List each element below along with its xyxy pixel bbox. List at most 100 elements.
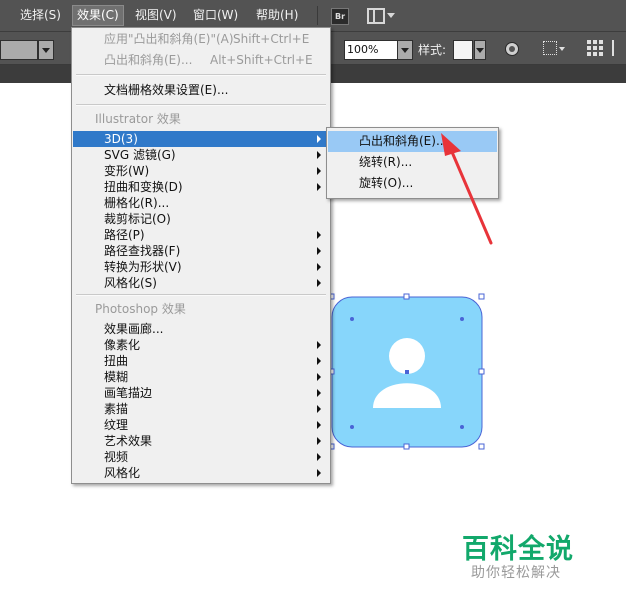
shortcut-label: Shift+Ctrl+E: [233, 32, 310, 46]
corner-widget[interactable]: [350, 425, 354, 429]
menu-item-convert-to-shape[interactable]: 转换为形状(V): [73, 259, 329, 275]
arrange-documents-button[interactable]: [367, 7, 397, 24]
menu-window[interactable]: 窗口(W): [189, 6, 242, 25]
chevron-down-icon: [387, 13, 395, 18]
watermark-title: 百科全说: [462, 534, 574, 565]
stroke-weight-dropdown[interactable]: [38, 40, 54, 60]
submenu-arrow-icon: [317, 135, 321, 143]
menu-item-crop-marks[interactable]: 裁剪标记(O): [73, 211, 329, 227]
menu-separator: [76, 74, 326, 76]
annotation-arrow-icon: [441, 133, 493, 245]
corner-widget[interactable]: [460, 317, 464, 321]
menu-item-ps-stylize[interactable]: 风格化: [73, 465, 329, 481]
menu-item-distort-transform[interactable]: 扭曲和变换(D): [73, 179, 329, 195]
shortcut-label: Alt+Shift+Ctrl+E: [210, 53, 313, 67]
chevron-down-icon: [401, 48, 409, 53]
menu-item-label: 3D(3): [104, 132, 138, 146]
style-label: 样式:: [418, 43, 447, 57]
menu-item-last-effect[interactable]: 凸出和斜角(E)... Alt+Shift+Ctrl+E: [73, 52, 329, 68]
submenu-arrow-icon: [317, 341, 321, 349]
submenu-arrow-icon: [317, 437, 321, 445]
watermark-subtitle: 助你轻松解决: [471, 565, 561, 581]
menu-select[interactable]: 选择(S): [16, 6, 65, 25]
submenu-arrow-icon: [317, 405, 321, 413]
menu-item-label: 扭曲和变换(D): [104, 180, 183, 194]
menu-item-artistic[interactable]: 艺术效果: [73, 433, 329, 449]
submenu-arrow-icon: [317, 151, 321, 159]
menu-item-label: 栅格化(R)...: [104, 196, 170, 210]
document-setup-icon[interactable]: [505, 42, 519, 56]
submenu-arrow-icon: [317, 231, 321, 239]
stroke-weight-field[interactable]: [0, 40, 38, 60]
menu-item-stylize[interactable]: 风格化(S): [73, 275, 329, 291]
menu-item-label: 裁剪标记(O): [104, 212, 171, 226]
menu-item-distort[interactable]: 扭曲: [73, 353, 329, 369]
selected-artwork[interactable]: [322, 287, 497, 462]
menu-item-effect-gallery[interactable]: 效果画廊...: [73, 321, 329, 337]
menu-item-pathfinder[interactable]: 路径查找器(F): [73, 243, 329, 259]
menu-item-brush-strokes[interactable]: 画笔描边: [73, 385, 329, 401]
opacity-dropdown[interactable]: [397, 40, 413, 60]
menu-item-rasterize[interactable]: 栅格化(R)...: [73, 195, 329, 211]
menu-item-label: 凸出和斜角(E)...: [104, 53, 193, 67]
style-swatch[interactable]: [453, 40, 473, 60]
menu-item-label: 绕转(R)...: [359, 155, 413, 169]
opacity-input[interactable]: 100%: [344, 40, 398, 60]
grid-align-icon[interactable]: [587, 40, 603, 56]
menu-item-label: 效果画廊...: [104, 322, 164, 336]
corner-widget[interactable]: [350, 317, 354, 321]
menu-item-label: 文档栅格效果设置(E)...: [104, 83, 229, 97]
submenu-arrow-icon: [317, 263, 321, 271]
menu-item-label: 像素化: [104, 338, 141, 352]
menu-separator: [76, 104, 326, 106]
align-left-icon[interactable]: [612, 40, 626, 56]
menu-item-apply-last-effect[interactable]: 应用"凸出和斜角(E)"(A) Shift+Ctrl+E: [73, 31, 329, 47]
menu-item-warp[interactable]: 变形(W): [73, 163, 329, 179]
submenu-arrow-icon: [317, 183, 321, 191]
submenu-arrow-icon: [317, 453, 321, 461]
user-head-shape: [389, 338, 425, 374]
submenu-arrow-icon: [317, 279, 321, 287]
menu-item-label: 艺术效果: [104, 434, 153, 448]
menu-help[interactable]: 帮助(H): [252, 6, 302, 25]
menu-item-3d[interactable]: 3D(3): [73, 131, 329, 147]
menu-view[interactable]: 视图(V): [131, 6, 181, 25]
menu-item-label: 变形(W): [104, 164, 150, 178]
submenu-arrow-icon: [317, 469, 321, 477]
menu-effect[interactable]: 效果(C): [72, 5, 124, 26]
menu-item-label: 路径(P): [104, 228, 145, 242]
arrange-icon: [367, 8, 385, 24]
menu-separator: [76, 294, 326, 296]
section-label: Photoshop 效果: [95, 302, 186, 316]
section-header-photoshop: Photoshop 效果: [73, 301, 329, 317]
chevron-down-icon: [476, 48, 484, 53]
submenu-arrow-icon: [317, 357, 321, 365]
recolor-artwork-icon[interactable]: [543, 41, 557, 55]
menu-item-path[interactable]: 路径(P): [73, 227, 329, 243]
chevron-down-icon[interactable]: [559, 47, 565, 51]
menu-item-pixelate[interactable]: 像素化: [73, 337, 329, 353]
menu-item-label: 画笔描边: [104, 386, 153, 400]
menubar-divider: [317, 6, 318, 25]
menu-item-svg-filters[interactable]: SVG 滤镜(G): [73, 147, 329, 163]
submenu-arrow-icon: [317, 389, 321, 397]
menu-item-blur[interactable]: 模糊: [73, 369, 329, 385]
chevron-down-icon: [42, 48, 50, 53]
menu-item-sketch[interactable]: 素描: [73, 401, 329, 417]
menu-item-video[interactable]: 视频: [73, 449, 329, 465]
menu-item-label: 风格化(S): [104, 276, 157, 290]
section-label: Illustrator 效果: [95, 112, 181, 126]
style-dropdown[interactable]: [474, 40, 486, 60]
menu-item-label: 路径查找器(F): [104, 244, 181, 258]
menu-item-label: 旋转(O)...: [359, 176, 414, 190]
menu-item-label: 风格化: [104, 466, 141, 480]
bridge-button[interactable]: Br: [331, 8, 349, 25]
menu-item-label: 应用"凸出和斜角(E)"(A): [104, 32, 234, 46]
menu-item-document-raster-settings[interactable]: 文档栅格效果设置(E)...: [73, 82, 329, 98]
menu-item-texture[interactable]: 纹理: [73, 417, 329, 433]
corner-widget[interactable]: [460, 425, 464, 429]
submenu-arrow-icon: [317, 247, 321, 255]
submenu-arrow-icon: [317, 373, 321, 381]
menu-item-label: 素描: [104, 402, 129, 416]
effect-menu: 应用"凸出和斜角(E)"(A) Shift+Ctrl+E 凸出和斜角(E)...…: [71, 27, 331, 484]
